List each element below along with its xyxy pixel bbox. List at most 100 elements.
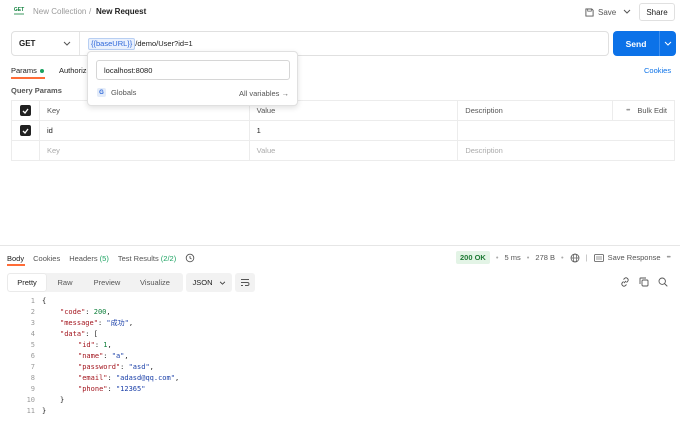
url-input[interactable]: {{baseURL}} /demo/User?id=1 (80, 37, 193, 50)
breadcrumb-collection[interactable]: New Collection (33, 7, 86, 16)
format-select[interactable]: JSON (186, 273, 232, 292)
code-text: } (35, 407, 46, 415)
save-response-button[interactable]: Save Response (593, 253, 661, 262)
response-size[interactable]: 278 B (535, 253, 555, 262)
wrap-lines-button[interactable] (235, 273, 255, 292)
response-actions (620, 277, 668, 287)
param-value-cell[interactable]: 1 (250, 121, 459, 140)
response-tab-indicator (7, 264, 25, 266)
view-raw-button[interactable]: Raw (46, 274, 84, 291)
column-description-header: Description (458, 101, 614, 120)
select-all-checkbox[interactable] (12, 101, 40, 120)
svg-text:GET: GET (14, 7, 24, 13)
code-token: , (128, 318, 134, 327)
more-options-icon[interactable]: ••• (626, 108, 630, 114)
variable-value-input[interactable]: localhost:8080 (96, 60, 290, 80)
search-icon[interactable] (658, 277, 668, 287)
code-text: "data": [ (35, 330, 98, 338)
tab-authorization[interactable]: Authoriz (59, 66, 87, 75)
send-options-chevron-icon[interactable] (660, 31, 676, 56)
code-text: { (35, 297, 46, 305)
code-line: 10} (7, 394, 675, 405)
breadcrumb-request-name[interactable]: New Request (96, 7, 146, 16)
variable-popover: localhost:8080 G Globals All variables → (87, 51, 298, 106)
row-checkbox[interactable] (12, 121, 40, 140)
code-text: "code": 200, (35, 308, 111, 316)
globe-icon[interactable] (570, 253, 580, 263)
code-token: "asd" (128, 362, 150, 371)
view-pretty-button[interactable]: Pretty (8, 274, 46, 291)
code-line: 8 "email": "adasd@qq.com", (7, 372, 675, 383)
param-description-cell[interactable] (458, 121, 675, 140)
code-token: } (42, 406, 47, 415)
tab-tests-count: (2/2) (160, 253, 177, 263)
save-button[interactable]: Save (585, 5, 616, 19)
tab-body[interactable]: Body (7, 254, 24, 263)
tab-cookies[interactable]: Cookies (33, 254, 60, 263)
code-token: : (120, 362, 129, 371)
send-button-group: Send (613, 31, 676, 56)
url-variable-chip[interactable]: {{baseURL}} (88, 37, 136, 50)
copy-icon[interactable] (639, 277, 649, 287)
tab-headers-count: (5) (99, 253, 109, 263)
response-body-code[interactable]: 1{2 "code": 200, 3 "message": "成功", 4 "data":… (7, 295, 675, 416)
line-number: 5 (30, 340, 35, 349)
code-text: "name": "a", (35, 352, 129, 360)
format-label: JSON (192, 278, 213, 287)
code-token: "name" (78, 351, 104, 360)
share-button[interactable]: Share (639, 3, 675, 21)
line-number: 9 (30, 384, 35, 393)
code-token: : [ (85, 329, 98, 338)
new-value-input[interactable]: Value (250, 141, 459, 160)
code-token: "code" (60, 307, 86, 316)
tab-headers[interactable]: Headers (5) (69, 254, 109, 263)
code-token: , (107, 340, 112, 349)
code-token: "email" (78, 373, 108, 382)
meta-dot: • (561, 253, 564, 262)
all-variables-link[interactable]: All variables → (239, 89, 289, 98)
code-token: "data" (60, 329, 86, 338)
history-icon[interactable] (185, 253, 195, 263)
view-mode-switcher: Pretty Raw Preview Visualize (7, 273, 183, 292)
view-preview-button[interactable]: Preview (84, 274, 130, 291)
code-token: } (60, 395, 65, 404)
tab-params[interactable]: Params (11, 66, 44, 75)
new-description-input[interactable]: Description (458, 141, 676, 160)
code-token: : (85, 307, 94, 316)
code-token: "password" (78, 362, 121, 371)
line-number: 2 (30, 307, 35, 316)
code-text: "phone": "12365" (35, 385, 145, 393)
more-options-icon[interactable]: ••• (667, 255, 671, 261)
meta-dot: • (526, 253, 530, 262)
tab-test-results[interactable]: Test Results (2/2) (118, 254, 176, 263)
save-options-chevron-icon[interactable] (620, 4, 634, 19)
code-text: } (35, 396, 64, 404)
breadcrumb-separator: / (89, 7, 92, 16)
code-token: , (106, 307, 111, 316)
tab-active-indicator (11, 77, 45, 79)
code-token: : (107, 373, 116, 382)
link-icon[interactable] (620, 277, 630, 287)
send-button[interactable]: Send (613, 31, 659, 56)
code-line: 5 "id": 1, (7, 339, 675, 350)
method-select[interactable]: GET (12, 32, 80, 55)
param-key-cell[interactable]: id (40, 121, 250, 140)
code-token: : (107, 384, 116, 393)
cookies-link[interactable]: Cookies (644, 66, 671, 75)
new-key-input[interactable]: Key (40, 141, 250, 160)
line-number: 7 (30, 362, 35, 371)
code-line: 11} (7, 405, 675, 416)
response-time[interactable]: 5 ms (505, 253, 521, 262)
code-token: "成功" (106, 318, 129, 327)
code-token: 200 (93, 307, 107, 316)
code-token: , (174, 373, 180, 382)
bulk-edit-button[interactable]: Bulk Edit (637, 106, 667, 115)
view-visualize-button[interactable]: Visualize (130, 274, 180, 291)
status-badge[interactable]: 200 OK (456, 251, 490, 264)
code-token: "phone" (78, 384, 108, 393)
code-text: "email": "adasd@qq.com", (35, 374, 179, 382)
line-number: 8 (30, 373, 35, 382)
code-token: , (149, 362, 154, 371)
meta-separator: | (585, 253, 588, 262)
save-response-label: Save Response (607, 253, 661, 262)
